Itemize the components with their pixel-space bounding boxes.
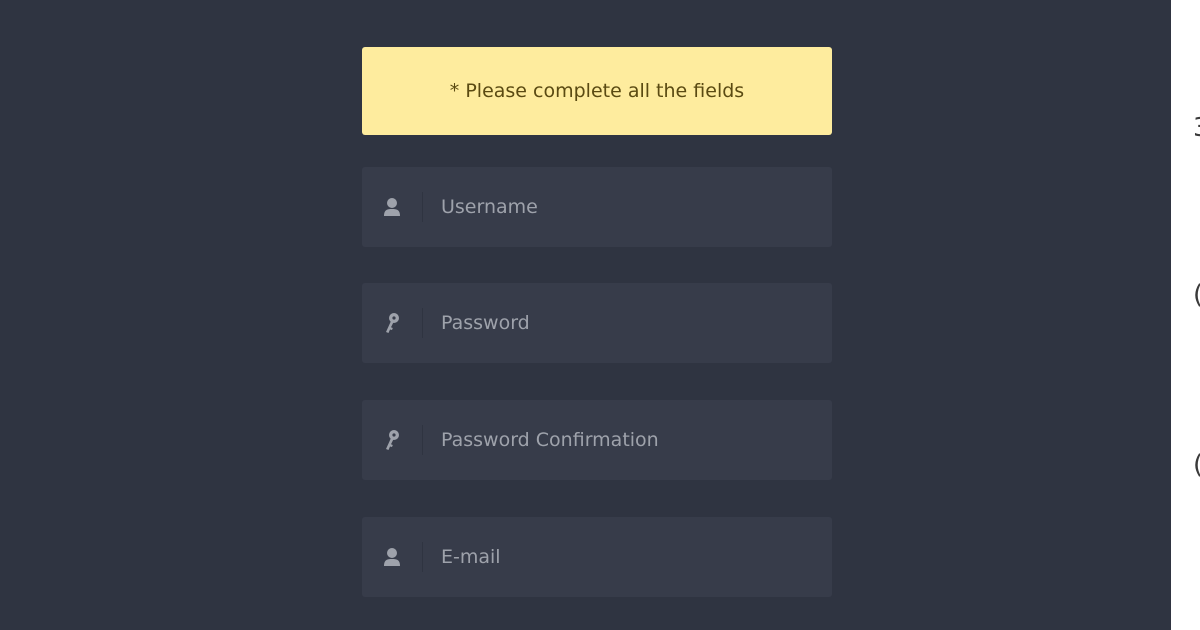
password-field-wrapper xyxy=(362,283,832,363)
password-input[interactable] xyxy=(423,283,832,363)
user-icon xyxy=(362,192,423,222)
edge-glyph: 3 xyxy=(1193,115,1200,141)
key-icon xyxy=(362,425,423,455)
email-field-wrapper xyxy=(362,517,832,597)
registration-panel: * Please complete all the fields xyxy=(0,0,1171,630)
edge-glyph: ( xyxy=(1193,452,1200,478)
email-input[interactable] xyxy=(423,517,832,597)
right-edge-content: 3 ( ( xyxy=(1171,0,1200,630)
validation-alert: * Please complete all the fields xyxy=(362,47,832,135)
password-confirmation-input[interactable] xyxy=(423,400,832,480)
edge-glyph: ( xyxy=(1193,282,1200,308)
alert-message: * Please complete all the fields xyxy=(449,80,745,102)
username-input[interactable] xyxy=(423,167,832,247)
key-icon xyxy=(362,308,423,338)
user-icon xyxy=(362,542,423,572)
password-confirmation-field-wrapper xyxy=(362,400,832,480)
username-field-wrapper xyxy=(362,167,832,247)
